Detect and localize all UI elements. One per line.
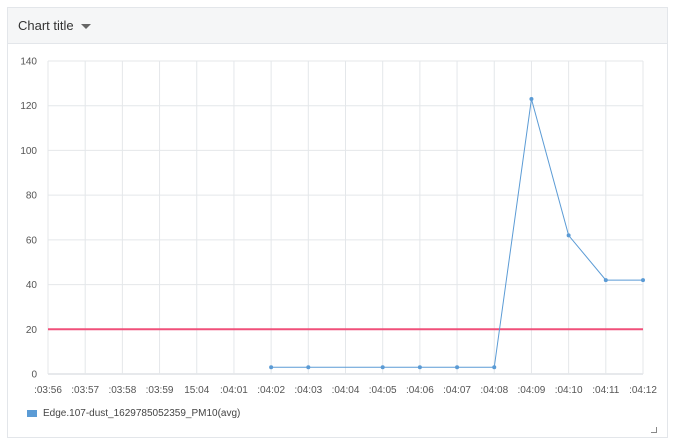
data-point[interactable] — [529, 97, 534, 102]
data-point[interactable] — [603, 278, 608, 283]
x-tick-label: :04:10 — [555, 385, 583, 396]
x-tick-label: :03:56 — [34, 385, 62, 396]
x-tick-label: :03:59 — [146, 385, 174, 396]
x-tick-label: :04:08 — [480, 385, 508, 396]
x-tick-label: :04:09 — [518, 385, 546, 396]
x-tick-label: :04:07 — [443, 385, 471, 396]
data-point[interactable] — [566, 233, 571, 238]
legend-item[interactable]: Edge.107-dust_1629785052359_PM10(avg) — [27, 408, 240, 419]
data-point[interactable] — [269, 365, 274, 370]
data-point[interactable] — [492, 365, 497, 370]
x-tick-label: :04:12 — [629, 385, 657, 396]
x-tick-label: :04:04 — [332, 385, 360, 396]
y-tick-label: 120 — [20, 101, 37, 112]
data-point[interactable] — [417, 365, 422, 370]
data-point[interactable] — [380, 365, 385, 370]
data-point[interactable] — [306, 365, 311, 370]
x-tick-label: :04:06 — [406, 385, 434, 396]
y-tick-label: 140 — [20, 57, 37, 68]
x-tick-label: :04:05 — [369, 385, 397, 396]
y-tick-label: 100 — [20, 146, 37, 157]
x-tick-label: :03:57 — [71, 385, 99, 396]
y-tick-label: 0 — [31, 370, 37, 381]
legend-label: Edge.107-dust_1629785052359_PM10(avg) — [43, 408, 241, 419]
data-point[interactable] — [641, 278, 645, 283]
y-tick-label: 60 — [26, 235, 38, 246]
y-tick-label: 40 — [26, 280, 38, 291]
x-tick-label: :03:58 — [108, 385, 136, 396]
x-tick-label: :04:11 — [592, 385, 619, 396]
x-tick-label: 15:04 — [184, 385, 209, 396]
x-tick-label: :04:01 — [220, 385, 248, 396]
y-tick-label: 80 — [26, 191, 38, 202]
data-point[interactable] — [455, 365, 460, 370]
line-chart: 0 20 40 60 80 100 120 140 :03:56 :03:57 :03:58 :03:… — [20, 57, 657, 397]
x-tick-label: :04:02 — [257, 385, 285, 396]
x-tick-label: :04:03 — [294, 385, 322, 396]
legend-swatch — [27, 410, 37, 417]
y-tick-label: 20 — [26, 325, 38, 336]
